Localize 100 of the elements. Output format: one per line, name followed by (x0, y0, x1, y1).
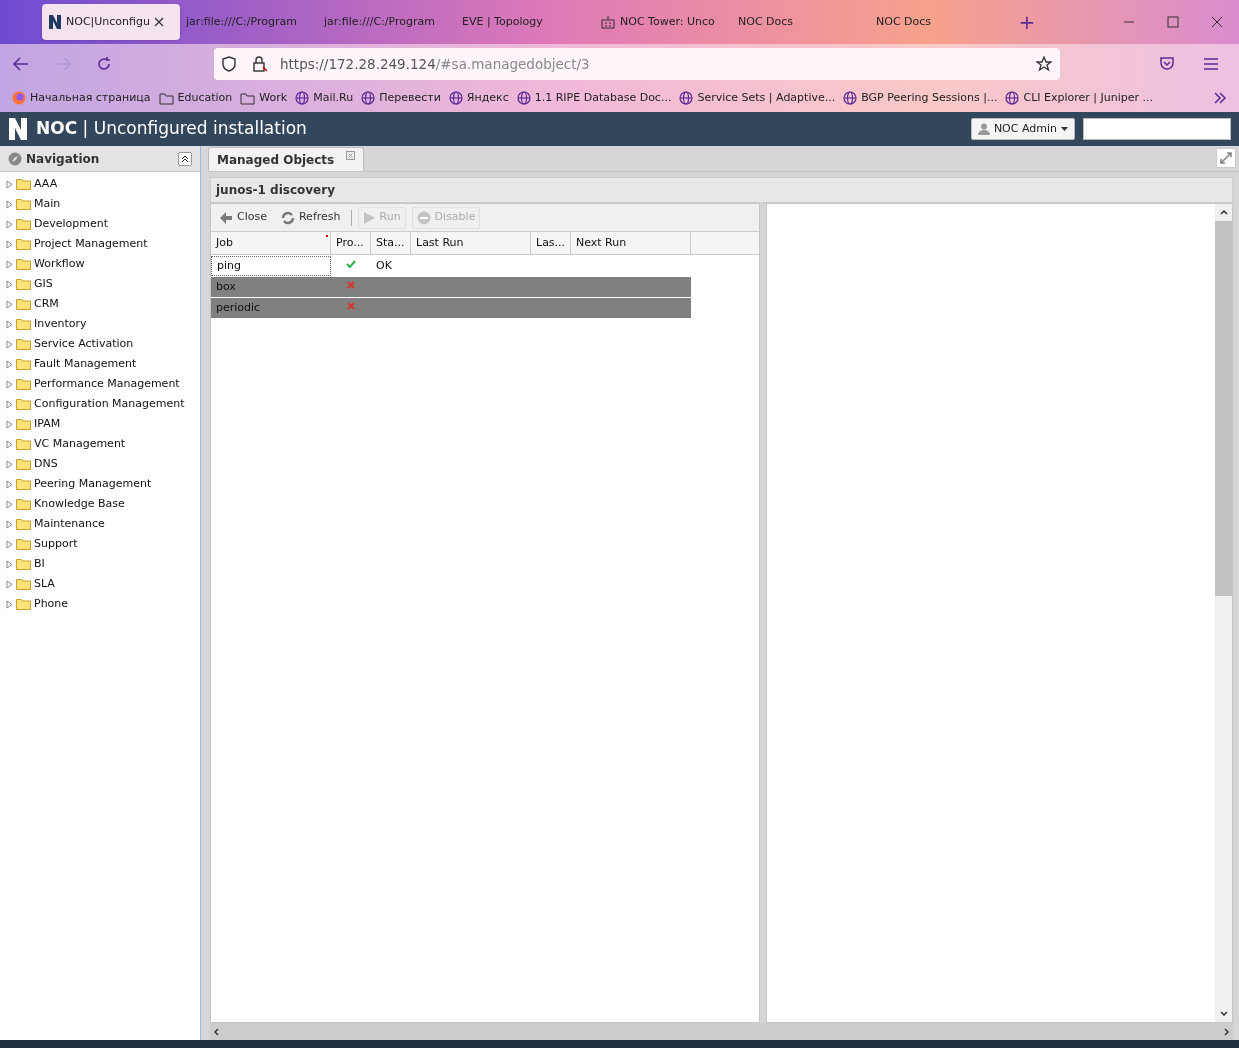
column-header[interactable]: Pro... (331, 232, 371, 254)
vertical-scrollbar[interactable] (1215, 204, 1232, 1022)
tree-item[interactable]: SLA (0, 574, 200, 594)
expander-icon[interactable] (6, 539, 13, 549)
horizontal-scrollbar[interactable] (210, 1023, 1233, 1040)
browser-tab[interactable]: jar:file:///C:/Program (180, 4, 318, 40)
tree-item[interactable]: Maintenance (0, 514, 200, 534)
browser-tab[interactable]: NOC|Unconfigu (42, 4, 180, 40)
expander-icon[interactable] (6, 179, 13, 189)
expander-icon[interactable] (6, 559, 13, 569)
expander-icon[interactable] (6, 279, 13, 289)
expander-icon[interactable] (6, 219, 13, 229)
back-icon[interactable] (12, 56, 30, 72)
chevron-right-icon[interactable] (1224, 1027, 1229, 1036)
column-header[interactable]: Las... (531, 232, 571, 254)
expander-icon[interactable] (6, 499, 13, 509)
bookmark-item[interactable]: Начальная страница (12, 89, 151, 107)
tree-item[interactable]: Inventory (0, 314, 200, 334)
expander-icon[interactable] (6, 379, 13, 389)
tree-item[interactable]: Project Management (0, 234, 200, 254)
toolbar-button[interactable]: Refresh (276, 206, 345, 229)
search-field[interactable] (1083, 118, 1231, 140)
column-header[interactable]: Last Run (411, 232, 531, 254)
folder-icon (16, 298, 31, 310)
expander-icon[interactable] (6, 519, 13, 529)
expander-icon[interactable] (6, 319, 13, 329)
column-header[interactable]: Next Run (571, 232, 691, 254)
chevron-up-icon[interactable] (1219, 210, 1228, 215)
tree-item[interactable]: IPAM (0, 414, 200, 434)
bookmark-item[interactable]: Work (240, 89, 288, 107)
tree-item[interactable]: Main (0, 194, 200, 214)
browser-tab[interactable]: EVE | Topology (456, 4, 594, 40)
panel-title: junos-1 discovery (216, 182, 335, 199)
folder-icon (16, 358, 31, 370)
bookmark-item[interactable]: Перевести (361, 89, 441, 107)
expander-icon[interactable] (6, 419, 13, 429)
user-menu-button[interactable]: NOC Admin (970, 118, 1075, 140)
expander-icon[interactable] (6, 579, 13, 589)
tree-item[interactable]: Peering Management (0, 474, 200, 494)
folder-icon (16, 258, 31, 270)
tree-item[interactable]: VC Management (0, 434, 200, 454)
folder-icon (16, 378, 31, 390)
bookmark-item[interactable]: Service Sets | Adaptive... (679, 89, 836, 107)
close-icon[interactable] (1211, 16, 1223, 28)
pocket-icon[interactable] (1159, 56, 1175, 72)
browser-tab[interactable]: NOC Docs (732, 4, 870, 40)
maximize-icon[interactable] (1167, 16, 1179, 28)
menu-icon[interactable] (1203, 57, 1219, 71)
browser-tab[interactable]: NOC Tower: Unco (594, 4, 732, 40)
chevron-double-right-icon[interactable] (1213, 92, 1227, 104)
toolbar-button[interactable]: Close (215, 206, 271, 229)
bookmark-item[interactable]: Education (158, 89, 233, 107)
column-header[interactable]: Sta... (371, 232, 411, 254)
browser-tab[interactable]: jar:file:///C:/Program (318, 4, 456, 40)
tree-item[interactable]: BI (0, 554, 200, 574)
tree-item[interactable]: Configuration Management (0, 394, 200, 414)
address-bar[interactable]: https://172.28.249.124/#sa.managedobject/3 (214, 48, 1060, 80)
refresh-icon (280, 210, 295, 225)
bookmark-item[interactable]: CLI Explorer | Juniper ... (1005, 89, 1153, 107)
expander-icon[interactable] (6, 459, 13, 469)
chevron-left-icon[interactable] (214, 1027, 219, 1036)
collapse-button[interactable] (178, 151, 192, 166)
column-header[interactable]: Job (211, 232, 331, 254)
bookmark-item[interactable]: BGP Peering Sessions |... (843, 89, 998, 107)
tree-item[interactable]: AAA (0, 174, 200, 194)
bookmark-item[interactable]: Яндекс (448, 89, 509, 107)
tree-item[interactable]: Fault Management (0, 354, 200, 374)
star-icon[interactable] (1036, 56, 1052, 72)
reload-icon[interactable] (96, 56, 112, 72)
expander-icon[interactable] (6, 439, 13, 449)
expander-icon[interactable] (6, 599, 13, 609)
tree-item[interactable]: GIS (0, 274, 200, 294)
tree-item[interactable]: CRM (0, 294, 200, 314)
expander-icon[interactable] (6, 479, 13, 489)
browser-tab[interactable]: NOC Docs (870, 4, 1008, 40)
expander-icon[interactable] (6, 299, 13, 309)
tab-title: jar:file:///C:/Program (324, 13, 435, 30)
maximize-button[interactable] (1216, 148, 1236, 168)
expander-icon[interactable] (6, 239, 13, 249)
tree-item[interactable]: Phone (0, 594, 200, 614)
close-icon[interactable] (153, 17, 164, 27)
checkmark-icon (346, 260, 356, 268)
table-cell-text: periodic (215, 299, 262, 316)
tree-item[interactable]: Support (0, 534, 200, 554)
tree-item[interactable]: Workflow (0, 254, 200, 274)
chevron-down-icon[interactable] (1219, 1011, 1228, 1016)
tree-item[interactable]: Performance Management (0, 374, 200, 394)
bookmark-item[interactable]: Mail.Ru (295, 89, 354, 107)
expander-icon[interactable] (6, 359, 13, 369)
new-tab-button[interactable]: + (1012, 7, 1042, 37)
expander-icon[interactable] (6, 339, 13, 349)
bookmark-item[interactable]: 1.1 RIPE Database Doc... (516, 89, 672, 107)
expander-icon[interactable] (6, 399, 13, 409)
expander-icon[interactable] (6, 259, 13, 269)
expander-icon[interactable] (6, 199, 13, 209)
app-tab[interactable]: Managed Objects (208, 147, 365, 171)
tree-item[interactable]: Development (0, 214, 200, 234)
tree-item[interactable]: Service Activation (0, 334, 200, 354)
tree-item[interactable]: Knowledge Base (0, 494, 200, 514)
tree-item[interactable]: DNS (0, 454, 200, 474)
